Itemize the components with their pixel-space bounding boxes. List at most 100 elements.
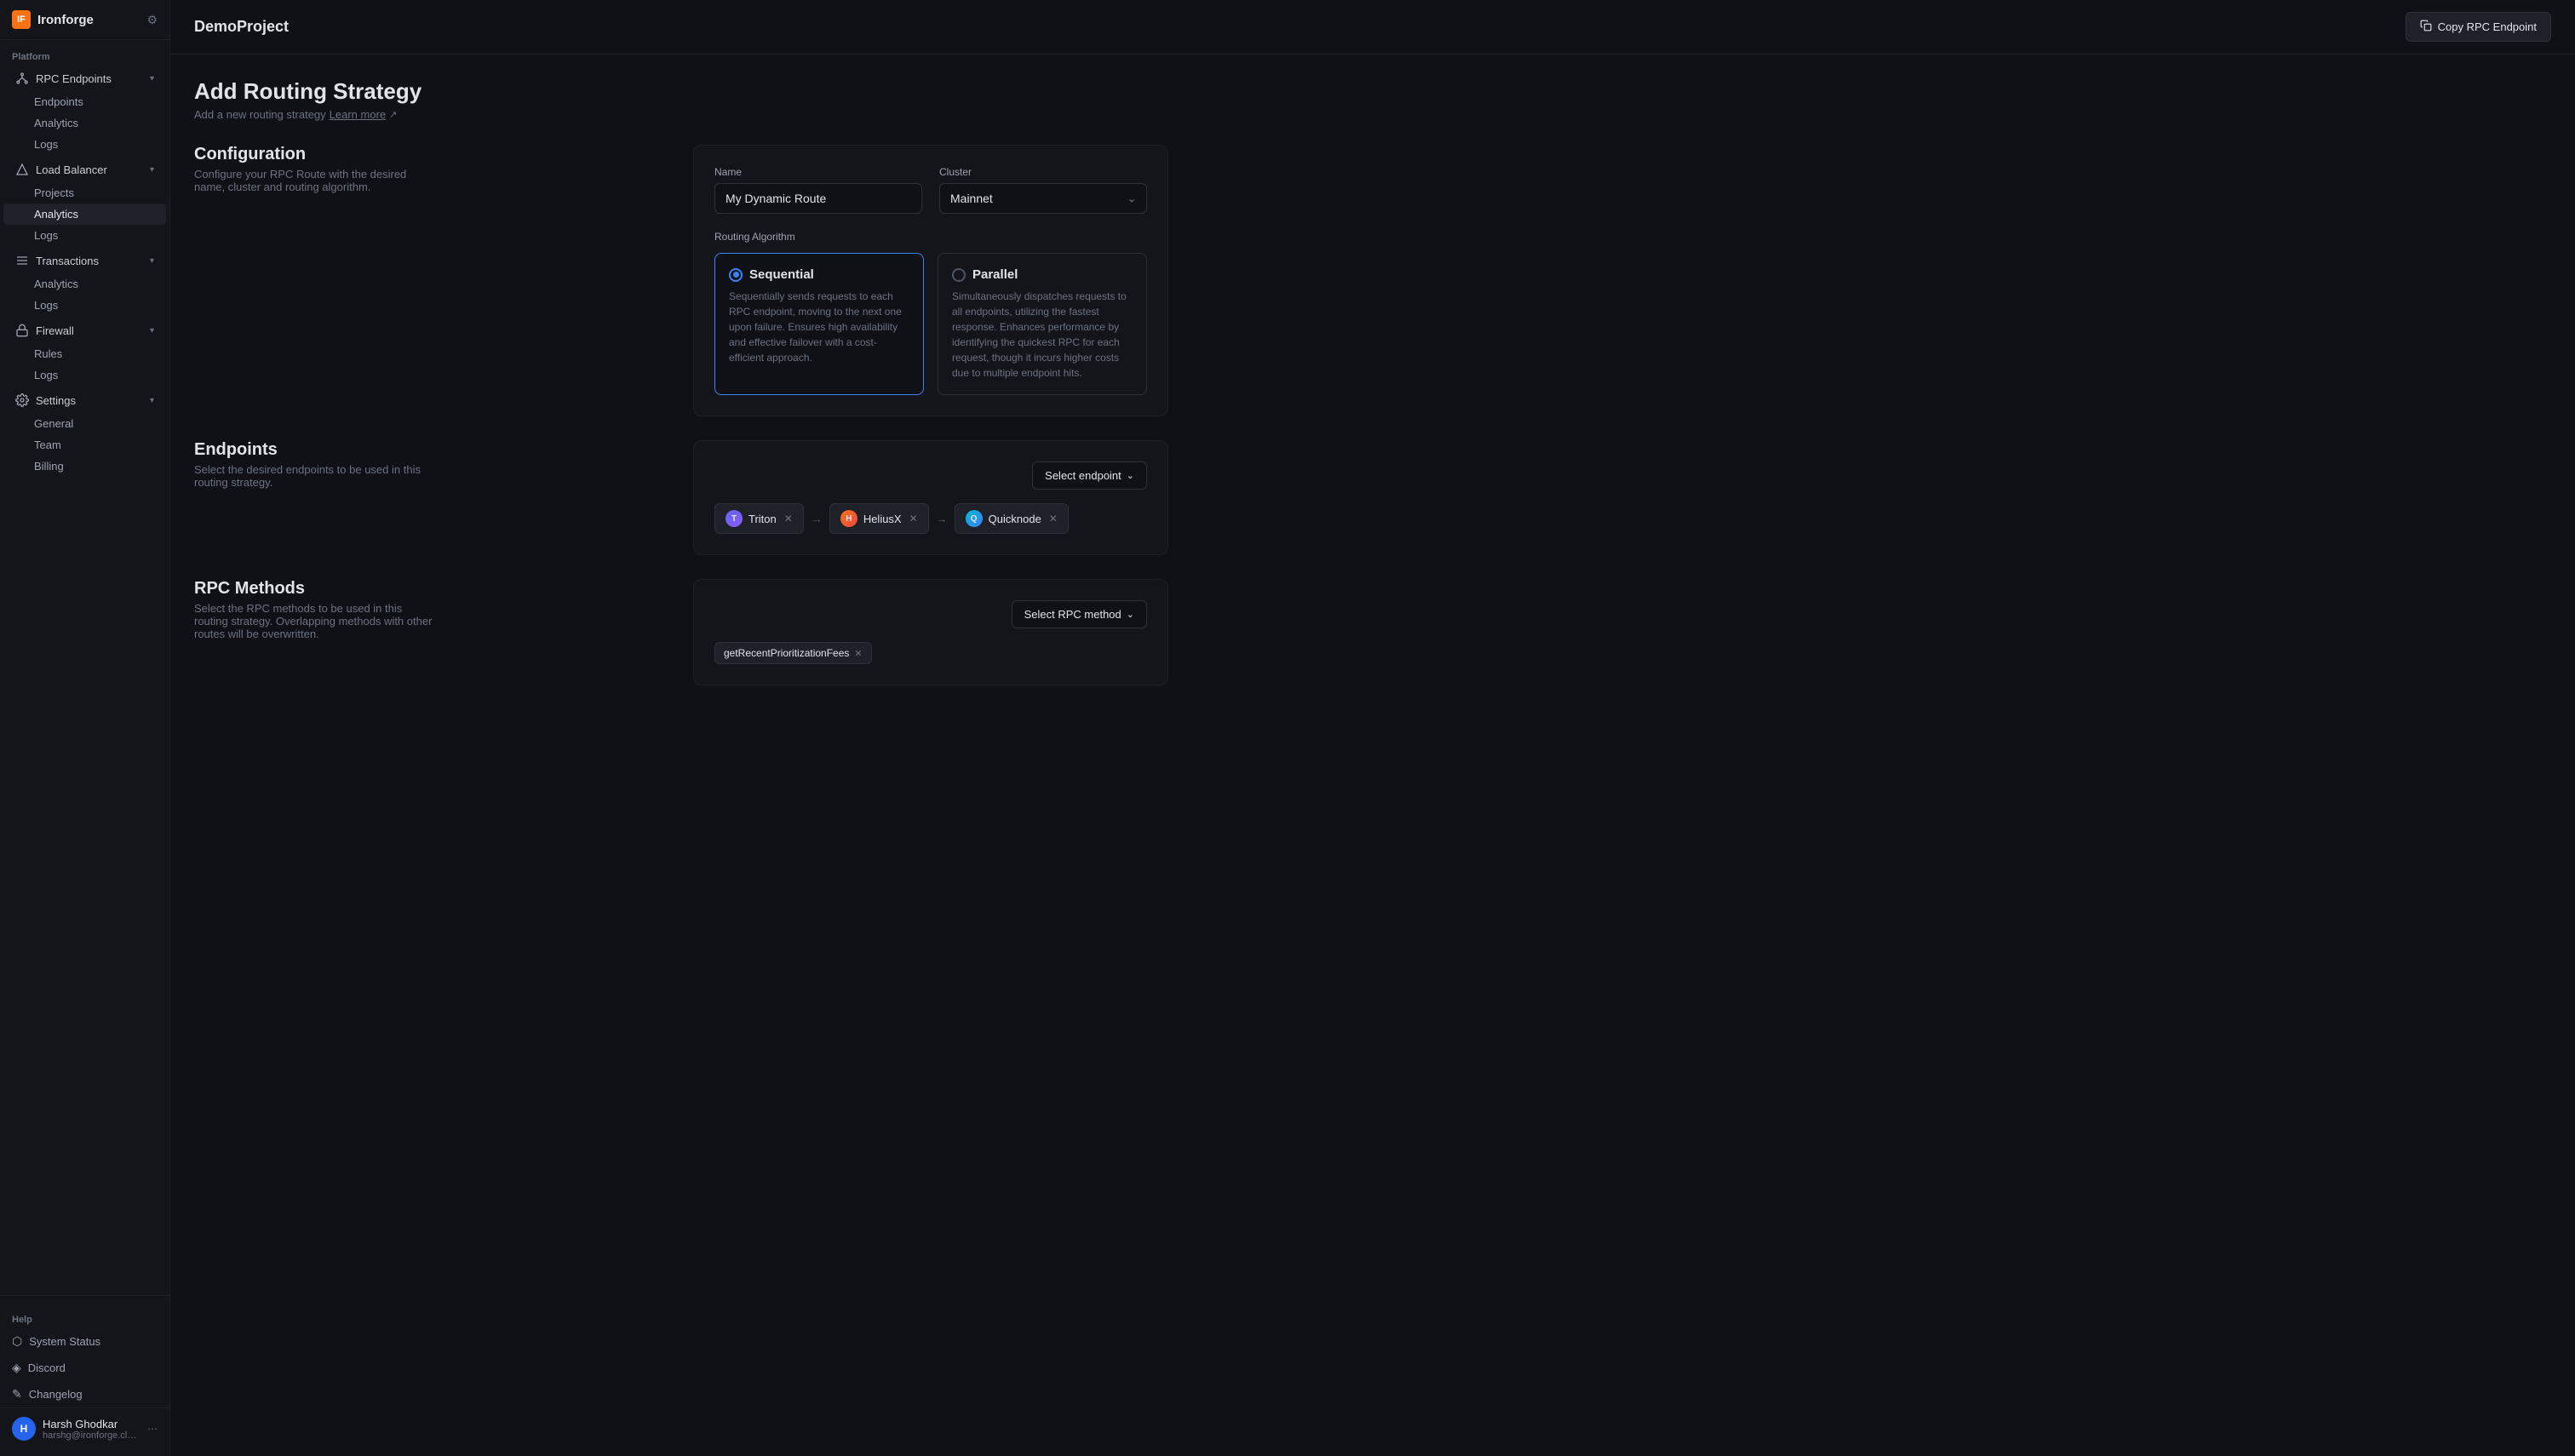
sidebar-item-lb-analytics[interactable]: Analytics: [3, 203, 166, 225]
user-email: harshg@ironforge.cloud: [43, 1430, 141, 1441]
quicknode-remove-icon[interactable]: ✕: [1049, 513, 1058, 525]
sequential-name: Sequential: [749, 267, 814, 282]
algo-sequential[interactable]: Sequential Sequentially sends requests t…: [714, 253, 924, 395]
app-logo[interactable]: IF Ironforge: [12, 10, 94, 29]
changelog-item[interactable]: ✎ Changelog: [0, 1381, 169, 1407]
config-section-title: Configuration: [194, 145, 433, 164]
sidebar-group-firewall: Firewall ▾ Rules Logs: [0, 318, 169, 386]
select-rpc-method-button[interactable]: Select RPC method ⌄: [1012, 600, 1147, 628]
rpc-chevron-icon: ▾: [150, 74, 154, 83]
page-content: Add Routing Strategy Add a new routing s…: [170, 54, 1192, 733]
select-rpc-label: Select RPC method: [1024, 608, 1121, 621]
triton-remove-icon[interactable]: ✕: [784, 513, 793, 525]
sidebar-group-transactions: Transactions ▾ Analytics Logs: [0, 248, 169, 316]
system-status-item[interactable]: ⬡ System Status: [0, 1328, 169, 1355]
config-section-desc: Configure your RPC Route with the desire…: [194, 168, 433, 193]
endpoints-section-desc: Select the desired endpoints to be used …: [194, 463, 433, 489]
method-remove-icon[interactable]: ✕: [854, 648, 862, 659]
sidebar-item-lb-logs[interactable]: Logs: [3, 225, 166, 246]
rpc-methods-section-desc: Select the RPC methods to be used in thi…: [194, 602, 433, 640]
quicknode-name: Quicknode: [989, 513, 1041, 525]
parallel-name: Parallel: [972, 267, 1018, 282]
rpc-methods-list: getRecentPrioritizationFees ✕: [714, 628, 1147, 664]
algo-grid: Sequential Sequentially sends requests t…: [714, 253, 1147, 395]
learn-more-link[interactable]: Learn more: [330, 108, 386, 121]
settings-label: Settings: [36, 394, 76, 407]
main-content: DemoProject Copy RPC Endpoint Add Routin…: [170, 0, 2575, 1456]
sidebar-group-settings: Settings ▾ General Team Billing: [0, 387, 169, 477]
avatar: H: [12, 1417, 36, 1441]
firewall-icon: [15, 324, 29, 337]
endpoint-chain: T Triton ✕ → H HeliusX ✕ → Q Q: [714, 503, 1147, 534]
sidebar-group-lb-header[interactable]: Load Balancer ▾: [3, 157, 166, 182]
endpoint-tag-helius: H HeliusX ✕: [829, 503, 929, 534]
method-name: getRecentPrioritizationFees: [724, 647, 849, 659]
sequential-desc: Sequentially sends requests to each RPC …: [729, 289, 909, 365]
name-input[interactable]: [714, 183, 922, 214]
external-link-icon: ↗: [389, 109, 397, 120]
sidebar-item-lb-projects[interactable]: Projects: [3, 182, 166, 203]
transaction-icon: [15, 254, 29, 267]
sidebar-header: IF Ironforge ⚙: [0, 0, 169, 40]
lb-label: Load Balancer: [36, 163, 107, 176]
system-status-label: System Status: [29, 1335, 100, 1348]
sidebar-group-tx-header[interactable]: Transactions ▾: [3, 248, 166, 273]
helius-icon: H: [840, 510, 857, 527]
discord-item[interactable]: ◈ Discord: [0, 1355, 169, 1381]
endpoint-tag-triton: T Triton ✕: [714, 503, 804, 534]
configuration-card: Name Cluster Mainnet Devnet Testnet: [693, 145, 1168, 416]
lb-chevron-icon: ▾: [150, 165, 154, 175]
sidebar-item-settings-billing[interactable]: Billing: [3, 456, 166, 477]
page-title: Add Routing Strategy: [194, 78, 1168, 105]
quicknode-icon: Q: [966, 510, 983, 527]
settings-icon: [15, 393, 29, 407]
settings-chevron-icon: ▾: [150, 396, 154, 405]
page-subtitle: Add a new routing strategy Learn more ↗: [194, 108, 1168, 121]
cluster-select[interactable]: Mainnet Devnet Testnet: [939, 183, 1147, 214]
sidebar-group-rpc-header[interactable]: RPC Endpoints ▾: [3, 66, 166, 91]
triton-name: Triton: [748, 513, 777, 525]
status-icon: ⬡: [12, 1334, 22, 1349]
sidebar-group-settings-header[interactable]: Settings ▾: [3, 387, 166, 413]
balance-icon: [15, 163, 29, 176]
rpc-endpoints-label: RPC Endpoints: [36, 72, 112, 85]
fw-label: Firewall: [36, 324, 74, 337]
triton-icon: T: [725, 510, 743, 527]
avatar-initials: H: [20, 1423, 28, 1435]
sidebar-item-rpc-analytics[interactable]: Analytics: [3, 112, 166, 134]
user-profile[interactable]: H Harsh Ghodkar harshg@ironforge.cloud ⋯: [0, 1407, 169, 1449]
sidebar: IF Ironforge ⚙ Platform RPC Endpoints ▾ …: [0, 0, 170, 1456]
sidebar-item-tx-logs[interactable]: Logs: [3, 295, 166, 316]
cluster-label: Cluster: [939, 166, 1147, 178]
topbar: DemoProject Copy RPC Endpoint: [170, 0, 2575, 54]
sidebar-item-settings-general[interactable]: General: [3, 413, 166, 434]
sidebar-settings-icon[interactable]: ⚙: [146, 13, 158, 27]
parallel-desc: Simultaneously dispatches requests to al…: [952, 289, 1133, 381]
fw-chevron-icon: ▾: [150, 326, 154, 335]
discord-icon: ◈: [12, 1361, 21, 1375]
arrow-separator-1: →: [811, 512, 823, 525]
configuration-section: Configuration Configure your RPC Route w…: [194, 145, 1168, 416]
sidebar-item-fw-logs[interactable]: Logs: [3, 364, 166, 386]
changelog-icon: ✎: [12, 1387, 22, 1402]
parallel-radio: [952, 268, 966, 282]
copy-rpc-endpoint-button[interactable]: Copy RPC Endpoint: [2406, 12, 2551, 42]
sidebar-item-rpc-endpoints[interactable]: Endpoints: [3, 91, 166, 112]
sidebar-item-tx-analytics[interactable]: Analytics: [3, 273, 166, 295]
rpc-methods-card: Select RPC method ⌄ getRecentPrioritizat…: [693, 579, 1168, 685]
sidebar-group-rpc-endpoints: RPC Endpoints ▾ Endpoints Analytics Logs: [0, 66, 169, 155]
endpoints-section: Endpoints Select the desired endpoints t…: [194, 440, 1168, 555]
select-endpoint-button[interactable]: Select endpoint ⌄: [1032, 461, 1147, 490]
tx-chevron-icon: ▾: [150, 256, 154, 266]
sidebar-item-fw-rules[interactable]: Rules: [3, 343, 166, 364]
sidebar-group-load-balancer: Load Balancer ▾ Projects Analytics Logs: [0, 157, 169, 246]
helius-remove-icon[interactable]: ✕: [909, 513, 918, 525]
routing-algo-label: Routing Algorithm: [714, 231, 1147, 243]
endpoints-card: Select endpoint ⌄ T Triton ✕ → H H: [693, 440, 1168, 555]
sidebar-item-settings-team[interactable]: Team: [3, 434, 166, 456]
sidebar-group-fw-header[interactable]: Firewall ▾: [3, 318, 166, 343]
sidebar-item-rpc-logs[interactable]: Logs: [3, 134, 166, 155]
tx-label: Transactions: [36, 255, 99, 267]
algo-parallel[interactable]: Parallel Simultaneously dispatches reque…: [938, 253, 1147, 395]
logo-icon: IF: [12, 10, 31, 29]
